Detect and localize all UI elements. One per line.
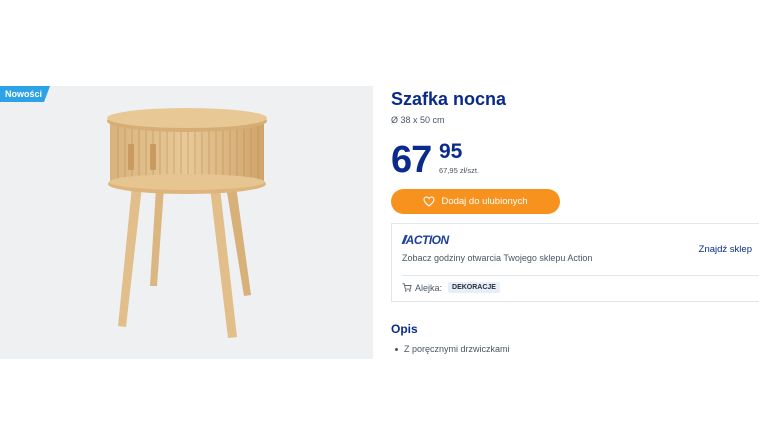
aisle-label: Alejka: bbox=[415, 282, 443, 293]
cart-icon bbox=[402, 283, 412, 292]
add-to-favorites-label: Dodaj do ulubionych bbox=[441, 196, 528, 207]
unit-price: 67,95 zł/szt. bbox=[439, 166, 480, 175]
store-hours-text: Zobacz godziny otwarcia Twojego sklepu A… bbox=[402, 253, 593, 263]
store-logo-text: ACTION bbox=[405, 233, 450, 247]
product-image bbox=[107, 108, 267, 338]
aisle-category-tag[interactable]: DEKORACJE bbox=[448, 282, 500, 293]
aisle-info: Alejka: DEKORACJE bbox=[402, 282, 500, 293]
price-integer: 67 bbox=[391, 139, 432, 181]
description-heading: Opis bbox=[391, 322, 418, 336]
store-divider bbox=[402, 275, 759, 276]
product-title: Szafka nocna bbox=[391, 89, 507, 109]
bullet-icon bbox=[395, 347, 398, 351]
add-to-favorites-button[interactable]: Dodaj do ulubionych bbox=[391, 189, 560, 214]
product-image-panel[interactable]: Nowości bbox=[0, 86, 373, 359]
feature-list: Z poręcznymi drzwiczkami bbox=[391, 344, 510, 354]
store-card: //ACTION Znajdź sklep Zobacz godziny otw… bbox=[391, 223, 759, 302]
heart-icon bbox=[423, 196, 436, 207]
feature-text: Z poręcznymi drzwiczkami bbox=[404, 344, 510, 354]
action-logo: //ACTION bbox=[402, 233, 449, 247]
price-decimals: 95 bbox=[439, 140, 463, 163]
new-badge: Nowości bbox=[0, 86, 50, 102]
find-store-link[interactable]: Znajdź sklep bbox=[699, 244, 752, 255]
feature-item: Z poręcznymi drzwiczkami bbox=[391, 344, 510, 354]
product-dimensions: Ø 38 x 50 cm bbox=[391, 115, 445, 125]
